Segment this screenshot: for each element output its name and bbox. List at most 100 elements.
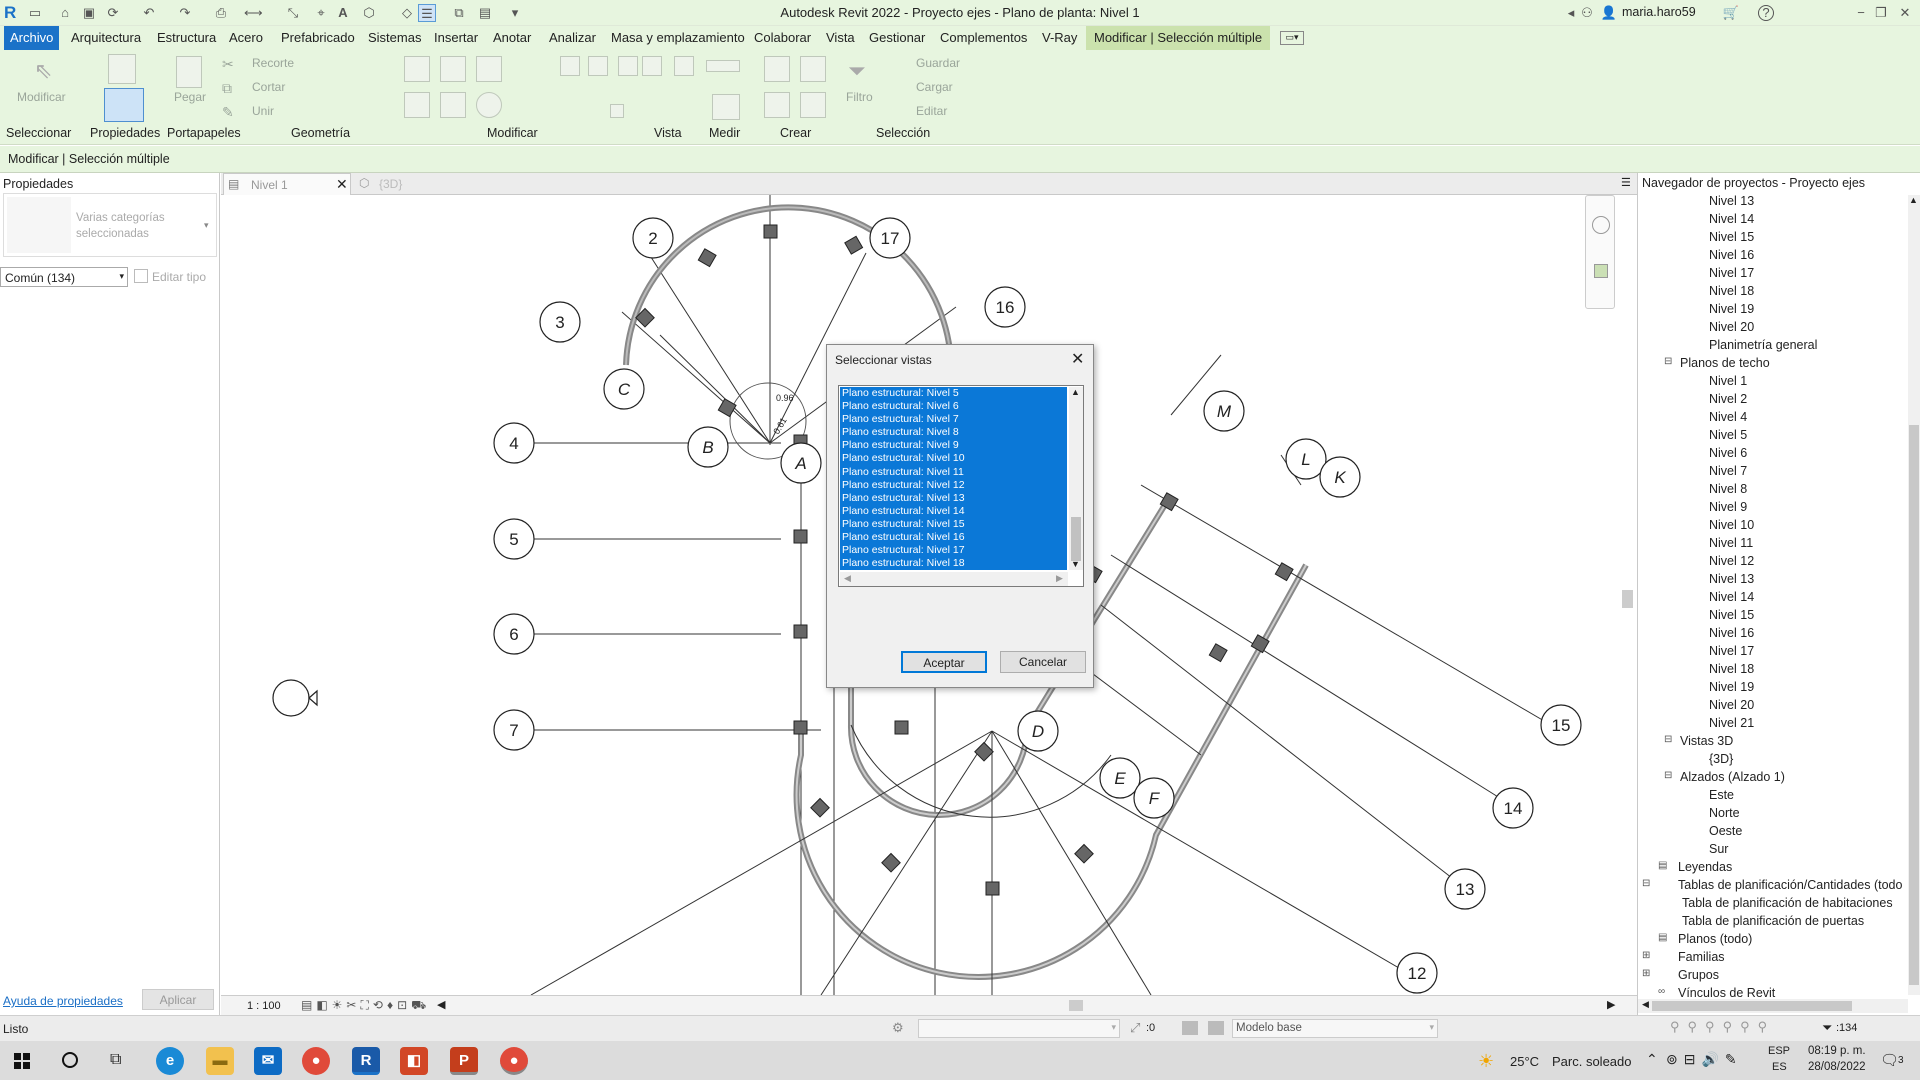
browser-item[interactable]: Nivel 19 xyxy=(1709,302,1754,316)
browser-item[interactable]: Nivel 21 xyxy=(1709,716,1754,730)
browser-item[interactable]: Nivel 17 xyxy=(1709,266,1754,280)
tab-vista[interactable]: Vista xyxy=(826,30,855,45)
browser-group-elevations[interactable]: Alzados (Alzado 1) xyxy=(1680,770,1785,784)
horizontal-scroll-thumb[interactable] xyxy=(1069,1000,1083,1011)
browser-item[interactable]: Nivel 11 xyxy=(1709,536,1753,550)
clock-time[interactable]: 08:19 p. m. xyxy=(1808,1045,1866,1057)
browser-item[interactable]: Nivel 8 xyxy=(1709,482,1747,496)
file-explorer-icon[interactable]: ▬ xyxy=(206,1047,234,1075)
weather-icon[interactable]: ☀ xyxy=(1478,1051,1494,1072)
clock-date[interactable]: 28/08/2022 xyxy=(1808,1061,1866,1073)
edge-icon[interactable]: e xyxy=(156,1047,184,1075)
zoom-icon[interactable] xyxy=(1594,264,1608,278)
tab-insertar[interactable]: Insertar xyxy=(434,30,478,45)
chrome-icon[interactable]: ● xyxy=(302,1047,330,1075)
canvas-vertical-scroll[interactable] xyxy=(1622,590,1633,608)
worksets-icon[interactable]: ⚙ xyxy=(892,1020,904,1036)
edit-type-icon[interactable] xyxy=(134,269,148,283)
browser-item[interactable]: Nivel 13 xyxy=(1709,194,1754,208)
dimension-tool-icon[interactable] xyxy=(712,94,740,120)
search-icon[interactable] xyxy=(62,1052,78,1068)
browser-item[interactable]: Nivel 1 xyxy=(1709,374,1747,388)
design-options-icon[interactable] xyxy=(1182,1021,1198,1035)
save-selection-button[interactable]: Guardar xyxy=(916,56,960,70)
scissors-icon[interactable]: ✂ xyxy=(222,56,234,73)
scroll-thumb[interactable] xyxy=(1652,1001,1852,1011)
tab-archivo[interactable]: Archivo xyxy=(4,26,60,50)
browser-item[interactable]: Nivel 15 xyxy=(1709,608,1754,622)
filter-icon[interactable]: ⏷ xyxy=(848,58,866,84)
selection-options-icons[interactable]: ⚲⚲⚲⚲⚲⚲ xyxy=(1670,1019,1775,1035)
panel-seleccionar[interactable]: Seleccionar xyxy=(6,126,71,140)
browser-item[interactable]: Nivel 17 xyxy=(1709,644,1754,658)
copy-element-icon[interactable] xyxy=(440,92,466,118)
browser-item[interactable]: {3D} xyxy=(1709,752,1733,766)
collapse-icon[interactable]: ⊟ xyxy=(1664,770,1672,781)
browser-group-links[interactable]: Vínculos de Revit xyxy=(1678,986,1775,1000)
browser-item[interactable]: Nivel 14 xyxy=(1709,212,1754,226)
browser-item[interactable]: Nivel 13 xyxy=(1709,572,1754,586)
binoculars-icon[interactable]: ⚇ xyxy=(1578,4,1596,22)
expand-icon[interactable]: ⊞ xyxy=(1642,968,1650,979)
browser-item[interactable]: Nivel 15 xyxy=(1709,230,1754,244)
rotate-icon[interactable] xyxy=(476,92,502,118)
mail-icon[interactable]: ✉ xyxy=(254,1047,282,1075)
accept-button[interactable]: Aceptar xyxy=(901,651,987,673)
browser-item[interactable]: Nivel 2 xyxy=(1709,392,1747,406)
load-selection-button[interactable]: Cargar xyxy=(916,80,953,94)
browser-item[interactable]: Oeste xyxy=(1709,824,1742,838)
tabs-menu-icon[interactable]: ☰ xyxy=(1621,176,1631,189)
cut-button[interactable]: Cortar xyxy=(252,80,285,94)
browser-item[interactable]: Nivel 5 xyxy=(1709,428,1747,442)
offset-icon[interactable] xyxy=(440,56,466,82)
windows-start-icon[interactable] xyxy=(14,1053,30,1069)
tab-sistemas[interactable]: Sistemas xyxy=(368,30,421,45)
powerpoint-icon[interactable]: P xyxy=(450,1047,478,1075)
measure-tool-icon[interactable] xyxy=(706,60,740,72)
scale-icon[interactable] xyxy=(588,56,608,76)
view-list-item[interactable]: Plano estructural: Nivel 18 xyxy=(840,557,1067,570)
properties-button[interactable] xyxy=(104,88,144,122)
notifications-icon[interactable]: 🗨 xyxy=(1880,1051,1899,1069)
modify-arrow-icon[interactable]: ⇖ xyxy=(34,58,52,84)
office-icon[interactable]: ◧ xyxy=(400,1047,428,1075)
collapse-icon[interactable]: ⊟ xyxy=(1664,356,1672,367)
close-tab-icon[interactable]: ✕ xyxy=(336,176,348,193)
list-horizontal-scrollbar[interactable]: ◀ ▶ xyxy=(840,572,1068,586)
browser-group-families[interactable]: Familias xyxy=(1678,950,1725,964)
filter-button[interactable]: Filtro xyxy=(846,90,873,104)
edit-selection-button[interactable]: Editar xyxy=(916,104,947,118)
view-list-item[interactable]: Plano estructural: Nivel 10 xyxy=(840,452,1067,466)
tab-analizar[interactable]: Analizar xyxy=(549,30,596,45)
browser-item[interactable]: Nivel 6 xyxy=(1709,446,1747,460)
dialog-close-icon[interactable]: ✕ xyxy=(1071,349,1084,369)
delete-icon[interactable] xyxy=(610,104,624,118)
tab-acero[interactable]: Acero xyxy=(229,30,263,45)
browser-group-schedules[interactable]: Tablas de planificación/Cantidades (todo xyxy=(1678,878,1902,892)
tray-chevron-icon[interactable]: ⌃ xyxy=(1646,1051,1658,1068)
paste-icon[interactable] xyxy=(176,56,202,88)
design-option-select[interactable]: Modelo base ▾ xyxy=(1232,1019,1438,1038)
browser-item[interactable]: Nivel 20 xyxy=(1709,698,1754,712)
properties-help-link[interactable]: Ayuda de propiedades xyxy=(3,994,123,1008)
tab-3d[interactable]: ⬡ {3D} xyxy=(355,173,455,195)
help-icon[interactable]: ? xyxy=(1758,5,1774,21)
views-listbox[interactable]: Plano estructural: Nivel 5 Plano estructu… xyxy=(838,385,1084,587)
tab-colaborar[interactable]: Colaborar xyxy=(754,30,811,45)
view-list-item[interactable]: Plano estructural: Nivel 13 xyxy=(840,491,1067,505)
user-icon[interactable]: 👤 xyxy=(1600,4,1618,22)
view-list-item[interactable]: Plano estructural: Nivel 11 xyxy=(840,465,1067,479)
view-list-item[interactable]: Plano estructural: Nivel 17 xyxy=(840,544,1067,558)
browser-item[interactable]: Nivel 16 xyxy=(1709,248,1754,262)
browser-group-ceiling[interactable]: Planos de techo xyxy=(1680,356,1770,370)
browser-item[interactable]: Tabla de planificación de habitaciones xyxy=(1682,896,1893,910)
browser-item[interactable]: Nivel 20 xyxy=(1709,320,1754,334)
tab-vray[interactable]: V-Ray xyxy=(1042,30,1077,45)
language-1[interactable]: ESP xyxy=(1768,1045,1790,1057)
browser-item[interactable]: Nivel 18 xyxy=(1709,284,1754,298)
cart-icon[interactable]: 🛒 xyxy=(1722,4,1740,22)
view-list-item[interactable]: Plano estructural: Nivel 9 xyxy=(840,439,1067,453)
modify-button[interactable]: Modificar xyxy=(17,90,66,104)
browser-item[interactable]: Sur xyxy=(1709,842,1728,856)
browser-item[interactable]: Nivel 19 xyxy=(1709,680,1754,694)
